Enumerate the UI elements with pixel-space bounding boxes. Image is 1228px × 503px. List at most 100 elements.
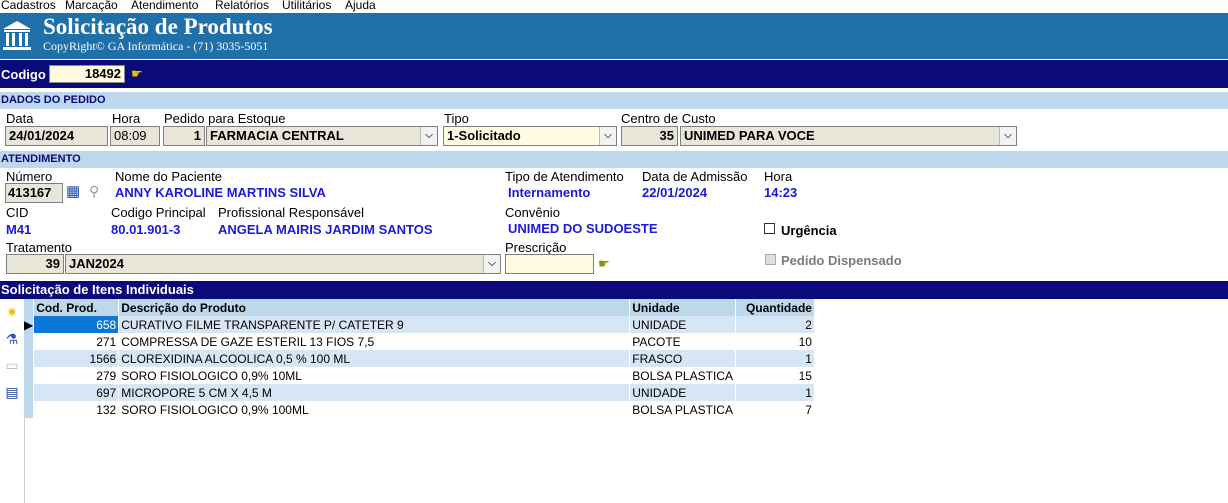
estoque-code-field[interactable]: 1	[163, 126, 205, 146]
row-indicator	[24, 350, 35, 367]
menu-bar: Cadastros Marcação Atendimento Relatório…	[0, 0, 1228, 13]
row-indicator-header	[24, 299, 35, 316]
cell-unidade[interactable]: FRASCO	[629, 350, 736, 367]
col-quantidade[interactable]: Quantidade	[735, 299, 815, 316]
estoque-label: Pedido para Estoque	[164, 111, 286, 126]
col-cod-prod[interactable]: Cod. Prod.	[33, 299, 120, 316]
new-item-icon[interactable]: ✷	[3, 303, 21, 321]
cell-cod[interactable]: 279	[33, 367, 120, 384]
tipo-atendimento-value: Internamento	[508, 185, 591, 200]
current-row-arrow-icon: ▶	[24, 316, 35, 333]
table-row[interactable]: 697 MICROPORE 5 CM X 4,5 M UNIDADE 1	[24, 384, 815, 401]
cell-unidade[interactable]: BOLSA PLASTICA	[629, 367, 736, 384]
cell-quantidade[interactable]: 7	[735, 401, 815, 418]
tipo-label: Tipo	[444, 111, 469, 126]
calendar-icon[interactable]: ▦	[66, 184, 80, 199]
table-row[interactable]: 271 COMPRESSA DE GAZE ESTERIL 13 FIOS 7,…	[24, 333, 815, 350]
itens-section-header: Solicitação de Itens Individuais	[0, 281, 1228, 299]
cell-quantidade[interactable]: 1	[735, 384, 815, 401]
menu-ajuda[interactable]: Ajuda	[345, 0, 376, 11]
cell-descricao[interactable]: MICROPORE 5 CM X 4,5 M	[118, 384, 631, 401]
pointing-hand-icon[interactable]: ☛	[131, 66, 143, 82]
centro-select-value: UNIMED PARA VOCE	[684, 128, 815, 143]
codigo-field[interactable]: 18492	[49, 65, 125, 83]
chevron-down-icon[interactable]: ⌵	[420, 127, 437, 145]
binoculars-icon[interactable]: ⚲	[89, 184, 99, 198]
cell-unidade[interactable]: PACOTE	[629, 333, 736, 350]
codigo-bar: Codigo 18492 ☛	[0, 60, 1228, 88]
cell-unidade[interactable]: BOLSA PLASTICA	[629, 401, 736, 418]
menu-marcacao[interactable]: Marcação	[65, 0, 118, 11]
copyright-text: CopyRight© GA Informática - (71) 3035-50…	[43, 39, 269, 53]
pointing-hand-icon[interactable]: ☛	[598, 256, 610, 272]
estoque-select[interactable]: FARMACIA CENTRAL ⌵	[206, 126, 438, 146]
cell-descricao[interactable]: SORO FISIOLOGICO 0,9% 10ML	[118, 367, 631, 384]
page-title: Solicitação de Produtos	[43, 14, 273, 39]
hora-field[interactable]: 08:09	[110, 126, 160, 146]
tratamento-select[interactable]: JAN2024 ⌵	[65, 254, 501, 274]
chevron-down-icon[interactable]: ⌵	[999, 127, 1016, 145]
cell-quantidade[interactable]: 2	[735, 316, 815, 333]
clipboard-icon[interactable]: ▤	[3, 383, 21, 401]
centro-select[interactable]: UNIMED PARA VOCE ⌵	[680, 126, 1017, 146]
menu-relatorios[interactable]: Relatórios	[215, 0, 269, 11]
table-row[interactable]: ▶ 658 CURATIVO FILME TRANSPARENTE P/ CAT…	[24, 316, 815, 333]
menu-cadastros[interactable]: Cadastros	[1, 0, 56, 11]
cell-descricao[interactable]: CURATIVO FILME TRANSPARENTE P/ CATETER 9	[118, 316, 631, 333]
cell-quantidade[interactable]: 10	[735, 333, 815, 350]
profissional-value: ANGELA MAIRIS JARDIM SANTOS	[218, 222, 433, 237]
prescricao-label: Prescrição	[505, 240, 567, 255]
col-unidade[interactable]: Unidade	[629, 299, 736, 316]
convenio-label: Convênio	[505, 205, 560, 220]
hora-admissao-label: Hora	[764, 169, 793, 184]
cell-cod[interactable]: 132	[33, 401, 120, 418]
row-indicator	[24, 333, 35, 350]
cell-quantidade[interactable]: 15	[735, 367, 815, 384]
col-descricao[interactable]: Descrição do Produto	[118, 299, 631, 316]
paste-disabled-icon: ▭	[5, 357, 19, 373]
codigo-principal-label: Codigo Principal	[111, 205, 206, 220]
table-row[interactable]: 279 SORO FISIOLOGICO 0,9% 10ML BOLSA PLA…	[24, 367, 815, 384]
tipo-atendimento-label: Tipo de Atendimento	[505, 169, 624, 184]
codigo-label: Codigo	[1, 67, 46, 82]
tratamento-label: Tratamento	[6, 240, 72, 255]
table-row[interactable]: 132 SORO FISIOLOGICO 0,9% 100ML BOLSA PL…	[24, 401, 815, 418]
admissao-value: 22/01/2024	[642, 185, 708, 200]
cell-unidade[interactable]: UNIDADE	[629, 384, 736, 401]
cell-quantidade[interactable]: 1	[735, 350, 815, 367]
menu-utilitarios[interactable]: Utilitários	[282, 0, 331, 11]
paciente-label: Nome do Paciente	[115, 169, 222, 184]
hora-admissao-value: 14:23	[764, 185, 798, 200]
cell-descricao[interactable]: COMPRESSA DE GAZE ESTERIL 13 FIOS 7,5	[118, 333, 631, 350]
chevron-down-icon[interactable]: ⌵	[483, 255, 500, 273]
centro-code-field[interactable]: 35	[621, 126, 678, 146]
tratamento-code-field[interactable]: 39	[6, 254, 64, 274]
profissional-label: Profissional Responsável	[218, 205, 364, 220]
chevron-down-icon[interactable]: ⌵	[599, 127, 616, 145]
table-row[interactable]: 1566 CLOREXIDINA ALCOOLICA 0,5 % 100 ML …	[24, 350, 815, 367]
admissao-label: Data de Admissão	[642, 169, 748, 184]
tipo-select[interactable]: 1-Solicitado ⌵	[443, 126, 617, 146]
urgencia-label: Urgência	[781, 223, 837, 238]
cell-cod[interactable]: 697	[33, 384, 120, 401]
section-atendimento: ATENDIMENTO	[0, 151, 1228, 168]
cell-cod[interactable]: 658	[33, 316, 120, 333]
cell-cod[interactable]: 271	[33, 333, 120, 350]
prescricao-field[interactable]	[505, 254, 594, 274]
row-indicator	[24, 384, 35, 401]
cell-descricao[interactable]: CLOREXIDINA ALCOOLICA 0,5 % 100 ML	[118, 350, 631, 367]
row-indicator	[24, 401, 35, 418]
flask-icon[interactable]: ⚗	[3, 330, 21, 348]
cell-unidade[interactable]: UNIDADE	[629, 316, 736, 333]
cell-descricao[interactable]: SORO FISIOLOGICO 0,9% 100ML	[118, 401, 631, 418]
urgencia-checkbox[interactable]	[764, 223, 775, 234]
numero-field[interactable]: 413167	[5, 183, 63, 203]
items-table: Cod. Prod. Descrição do Produto Unidade …	[24, 299, 815, 418]
dispensado-checkbox	[765, 254, 776, 265]
menu-atendimento[interactable]: Atendimento	[131, 0, 198, 11]
tratamento-select-value: JAN2024	[69, 256, 124, 271]
paciente-value: ANNY KAROLINE MARTINS SILVA	[115, 185, 326, 200]
building-logo-icon	[3, 21, 31, 50]
data-field[interactable]: 24/01/2024	[5, 126, 108, 146]
cell-cod[interactable]: 1566	[33, 350, 120, 367]
